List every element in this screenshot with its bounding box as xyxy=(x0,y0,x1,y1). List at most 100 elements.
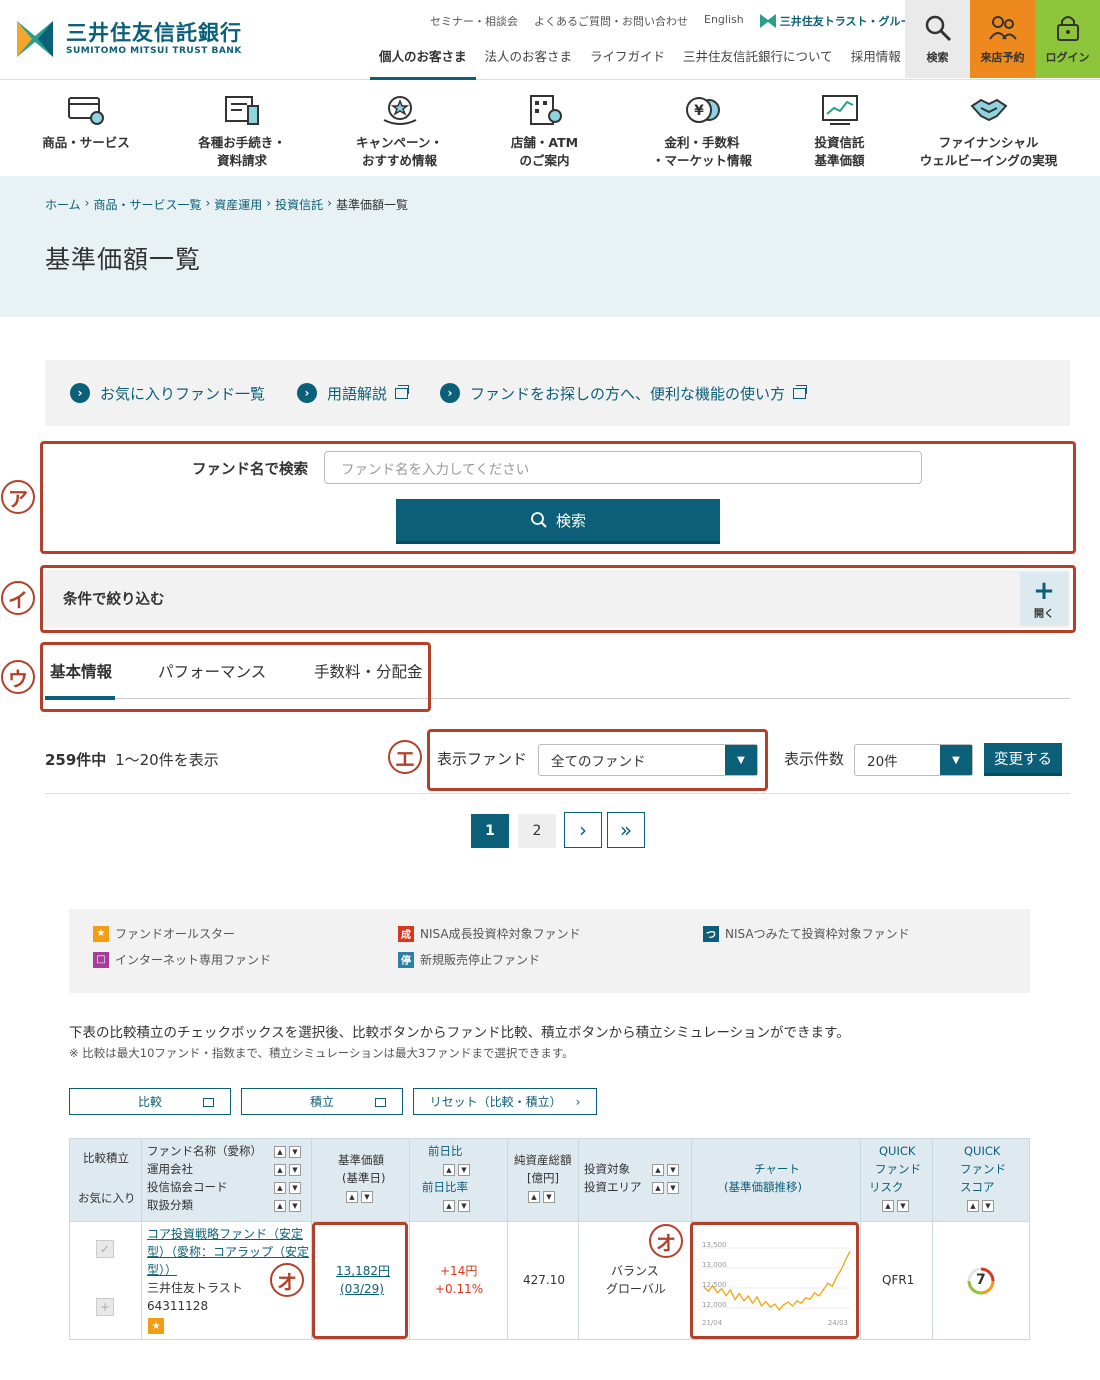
cat-campaign[interactable]: キャンペーン・ おすすめ情報 xyxy=(312,80,487,176)
sort-down-icon[interactable]: ▼ xyxy=(897,1200,909,1212)
header-search-button[interactable]: 検索 xyxy=(905,0,970,78)
bank-logo[interactable]: 三井住友信託銀行 SUMITOMO MITSUI TRUST BANK xyxy=(16,20,242,58)
nav-corporate[interactable]: 法人のお客さま xyxy=(476,46,582,80)
util-link-english[interactable]: English xyxy=(704,13,744,29)
sort-down-icon[interactable]: ▼ xyxy=(361,1191,373,1203)
th-score-1[interactable]: QUICK xyxy=(964,1142,1000,1160)
sort-down-icon[interactable]: ▼ xyxy=(458,1164,470,1176)
count-divider xyxy=(45,793,1070,794)
cat-fund-nav[interactable]: 投資信託 基準価額 xyxy=(802,80,877,176)
th-change-rate[interactable]: 前日比率 xyxy=(422,1178,468,1196)
sort-down-icon[interactable]: ▼ xyxy=(289,1200,301,1212)
link-favorites[interactable]: › お気に入りファンド一覧 xyxy=(70,383,265,404)
annotation-box-u xyxy=(40,642,431,712)
group-logo-text: 三井住友トラスト・グループ xyxy=(779,15,922,28)
sort-up-icon[interactable]: ▲ xyxy=(967,1200,979,1212)
nav-recruit[interactable]: 採用情報 xyxy=(842,46,910,80)
cat-rates[interactable]: ¥ 金利・手数料 ・マーケット情報 xyxy=(602,80,802,176)
th-risk-1[interactable]: QUICK xyxy=(879,1142,915,1160)
breadcrumb-fund[interactable]: 投資信託 xyxy=(275,196,323,213)
lock-icon xyxy=(1056,16,1079,41)
sort-up-icon[interactable]: ▲ xyxy=(274,1182,286,1194)
link-glossary[interactable]: › 用語解説 xyxy=(297,383,410,404)
sort-down-icon[interactable]: ▼ xyxy=(667,1182,679,1194)
document-icon xyxy=(225,96,259,125)
sort-fund-name: ▲ ▼ xyxy=(274,1146,304,1158)
fund-name-line2[interactable]: 型）（愛称：コアラップ（安定 xyxy=(147,1243,309,1261)
link-howto[interactable]: › ファンドをお探しの方へ、便利な機能の使い方 xyxy=(440,383,808,404)
sort-down-icon[interactable]: ▼ xyxy=(289,1182,301,1194)
external-link-icon xyxy=(375,1098,386,1107)
external-link-icon xyxy=(793,384,808,399)
nav-individual[interactable]: 個人のお客さま xyxy=(370,46,476,80)
sort-up-icon[interactable]: ▲ xyxy=(652,1182,664,1194)
util-link-seminar[interactable]: セミナー・相談会 xyxy=(430,13,518,29)
th-risk-3[interactable]: リスク xyxy=(869,1178,904,1196)
sort-down-icon[interactable]: ▼ xyxy=(289,1146,301,1158)
cat-products[interactable]: 商品・サービス xyxy=(0,80,172,176)
last-page-button[interactable]: » xyxy=(607,812,645,848)
th-score-2[interactable]: ファンド xyxy=(960,1160,1006,1178)
sort-down-icon[interactable]: ▼ xyxy=(982,1200,994,1212)
display-count-label: 表示件数 xyxy=(784,750,845,768)
th-change[interactable]: 前日比 xyxy=(428,1142,463,1160)
change-button[interactable]: 変更する xyxy=(984,743,1062,776)
fund-company: 三井住友トラスト xyxy=(147,1281,243,1295)
tsumitate-button[interactable]: 積立 xyxy=(241,1088,403,1115)
compare-button[interactable]: 比較 xyxy=(69,1088,231,1115)
sort-down-icon[interactable]: ▼ xyxy=(667,1164,679,1176)
nav-about[interactable]: 三井住友信託銀行について xyxy=(674,46,842,80)
page-1-button[interactable]: 1 xyxy=(471,814,509,848)
fund-name-line1[interactable]: コア投資戦略ファンド（安定 xyxy=(147,1225,303,1243)
sort-down-icon[interactable]: ▼ xyxy=(289,1164,301,1176)
nisa-growth-badge-icon: 成 xyxy=(398,925,414,942)
th-risk-2[interactable]: ファンド xyxy=(875,1160,921,1178)
sort-up-icon[interactable]: ▲ xyxy=(443,1200,455,1212)
compare-checkbox[interactable]: ✓ xyxy=(96,1240,114,1258)
col-separator xyxy=(578,1222,579,1340)
sort-down-icon[interactable]: ▼ xyxy=(458,1200,470,1212)
sort-up-icon[interactable]: ▲ xyxy=(652,1164,664,1176)
sort-up-icon[interactable]: ▲ xyxy=(882,1200,894,1212)
col-separator xyxy=(578,1139,579,1223)
visit-reservation-label: 来店予約 xyxy=(980,51,1025,64)
th-score-3[interactable]: スコア xyxy=(960,1178,995,1196)
sort-up-icon[interactable]: ▲ xyxy=(274,1146,286,1158)
sort-up-icon[interactable]: ▲ xyxy=(274,1200,286,1212)
visit-reservation-button[interactable]: 来店予約 xyxy=(970,0,1035,78)
fund-name-line3[interactable]: 型）） xyxy=(147,1261,177,1279)
sort-assets: ▲ ▼ xyxy=(528,1191,558,1203)
favorite-add-button[interactable]: + xyxy=(96,1298,114,1316)
display-count-select[interactable]: 20件 ▼ xyxy=(854,744,973,776)
sort-up-icon[interactable]: ▲ xyxy=(443,1164,455,1176)
search-button[interactable]: 検索 xyxy=(396,499,720,544)
th-chart[interactable]: チャート xyxy=(754,1160,800,1178)
tsumitate-button-label: 積立 xyxy=(309,1095,334,1109)
sort-up-icon[interactable]: ▲ xyxy=(274,1164,286,1176)
display-fund-select[interactable]: 全てのファンド ▼ xyxy=(538,744,758,776)
cat-procedures[interactable]: 各種お手続き・ 資料請求 xyxy=(172,80,312,176)
col-separator xyxy=(141,1222,142,1340)
breadcrumb-home[interactable]: ホーム xyxy=(45,196,81,213)
util-link-faq[interactable]: よくあるご質問・お問い合わせ xyxy=(534,13,688,29)
reset-button[interactable]: リセット（比較・積立） › xyxy=(413,1088,597,1115)
sort-down-icon[interactable]: ▼ xyxy=(543,1191,555,1203)
th-target: 投資対象 xyxy=(584,1162,630,1176)
breadcrumb-asset[interactable]: 資産運用 xyxy=(214,196,262,213)
logo-mark-icon xyxy=(17,21,53,57)
login-button[interactable]: ログイン xyxy=(1035,0,1100,78)
next-page-button[interactable]: › xyxy=(564,812,602,848)
sort-change-rate: ▲ ▼ xyxy=(443,1200,473,1212)
sort-up-icon[interactable]: ▲ xyxy=(528,1191,540,1203)
col-separator xyxy=(860,1222,861,1340)
cat-procedures-line1: 各種お手続き・ xyxy=(198,135,286,150)
cat-store[interactable]: 店舗・ATM のご案内 xyxy=(487,80,602,176)
fund-search-input[interactable]: ファンド名を入力してください xyxy=(324,451,922,484)
nav-lifeguide[interactable]: ライフガイド xyxy=(581,46,674,80)
annotation-box-i xyxy=(40,565,1076,633)
breadcrumb-products[interactable]: 商品・サービス一覧 xyxy=(93,196,201,213)
page-2-button[interactable]: 2 xyxy=(518,814,556,848)
sort-up-icon[interactable]: ▲ xyxy=(346,1191,358,1203)
cat-wellbeing[interactable]: ファイナンシャル ウェルビーイングの実現 xyxy=(877,80,1100,176)
th-chart-sub[interactable]: (基準価額推移) xyxy=(724,1178,802,1196)
